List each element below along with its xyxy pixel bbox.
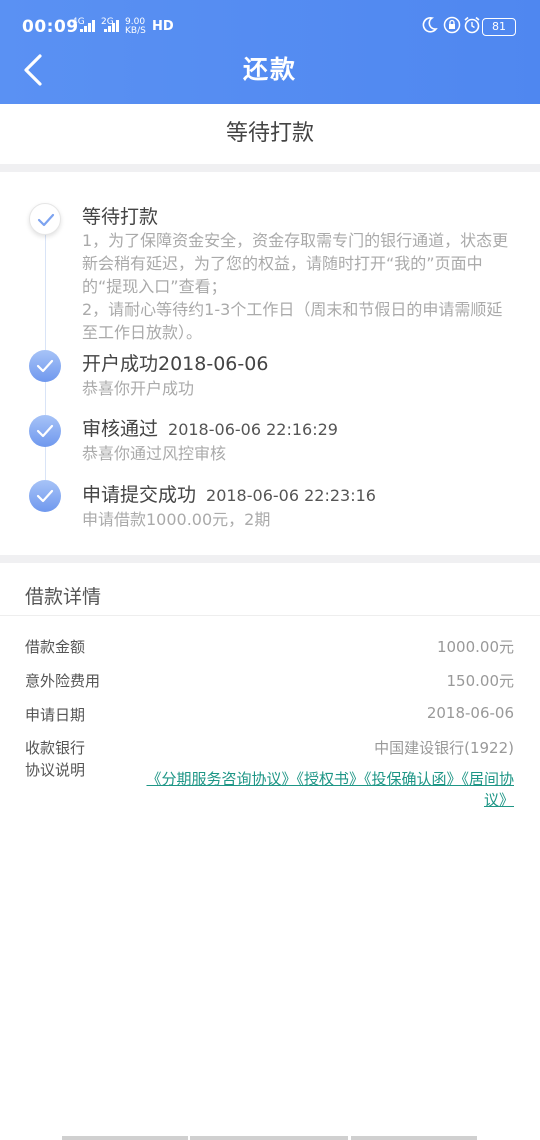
detail-label: 收款银行 [25, 739, 86, 757]
timeline-step-title: 审核通过 2018-06-06 22:16:29 [82, 414, 338, 441]
step-time: 2018-06-06 22:23:16 [206, 486, 376, 505]
detail-label: 借款金额 [25, 638, 86, 656]
nav-bar-segment [351, 1136, 477, 1140]
nav-bar-segment [62, 1136, 188, 1140]
timeline-step-desc: 恭喜你通过风控审核 [82, 444, 227, 463]
timeline-step-title: 申请提交成功 2018-06-06 22:23:16 [82, 480, 376, 507]
timeline-dot [29, 480, 61, 512]
moon-icon [422, 17, 438, 33]
nav-bar-segment [190, 1136, 348, 1140]
timeline-dot-current [29, 203, 61, 235]
check-icon [36, 359, 54, 373]
timeline-step-title: 开户成功2018-06-06 [82, 353, 269, 375]
section-divider [0, 164, 540, 172]
detail-value: 2018-06-06 [426, 704, 514, 722]
detail-label: 申请日期 [25, 706, 86, 724]
detail-value: 1000.00元 [436, 638, 514, 656]
detail-value: 150.00元 [446, 672, 515, 690]
lock-rotation-icon [443, 16, 461, 34]
step-time: 2018-06-06 22:16:29 [168, 420, 338, 439]
status-time: 00:09 [22, 17, 79, 37]
check-icon [36, 424, 54, 438]
check-icon [36, 489, 54, 503]
app-header: 00:09 4G 2G 9.00 KB/S HD 81 还款 [0, 0, 540, 104]
battery-icon: 81 [482, 18, 516, 36]
page-title: 还款 [242, 55, 297, 84]
details-divider [0, 615, 540, 616]
timeline-step-desc: 1，为了保障资金安全，资金存取需专门的银行通道，状态更新会稍有延迟，为了您的权益… [82, 231, 509, 342]
detail-value: 中国建设银行(1922) [374, 739, 514, 757]
alarm-icon [464, 16, 480, 34]
signal-1-icon [80, 20, 98, 32]
agreement-links[interactable]: 《分期服务咨询协议》《授权书》《投保确认函》《居间协议》 [140, 769, 514, 811]
network-speed: 9.00 KB/S [125, 18, 146, 36]
status-banner: 等待打款 [0, 104, 540, 164]
status-bar: 00:09 4G 2G 9.00 KB/S HD 81 [0, 0, 540, 56]
check-icon [37, 213, 55, 227]
detail-label: 协议说明 [25, 761, 86, 779]
detail-label: 意外险费用 [25, 672, 101, 690]
timeline-step-desc: 申请借款1000.00元，2期 [82, 510, 271, 529]
timeline-step-desc: 恭喜你开户成功 [82, 379, 195, 398]
step-title-text: 申请提交成功 [82, 484, 197, 506]
hd-label: HD [152, 19, 174, 34]
timeline-step-title: 等待打款 [82, 206, 159, 228]
details-title: 借款详情 [25, 586, 102, 608]
timeline-dot [29, 415, 61, 447]
speed-unit: KB/S [125, 26, 146, 36]
signal-2-icon [104, 20, 122, 32]
section-divider [0, 555, 540, 563]
timeline-dot [29, 350, 61, 382]
step-title-text: 审核通过 [82, 418, 159, 440]
